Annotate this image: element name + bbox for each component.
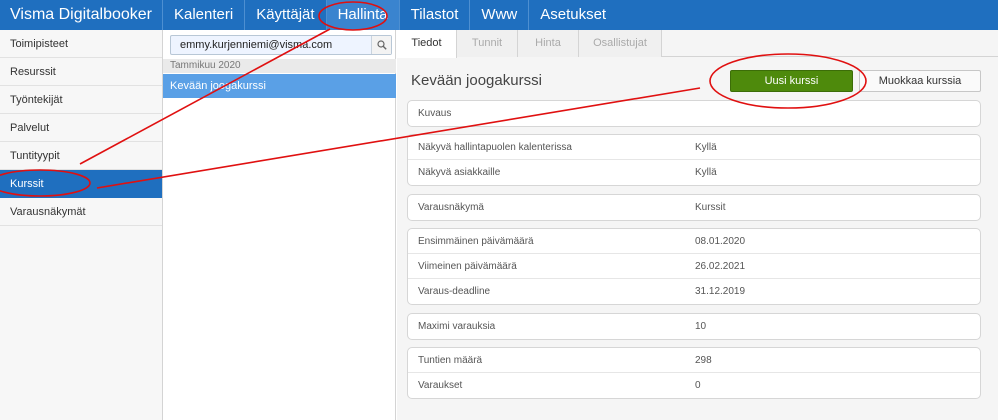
info-row: Varausnäkymä Kurssit bbox=[408, 195, 980, 220]
tab-tunnit[interactable]: Tunnit bbox=[457, 30, 518, 57]
edit-course-button[interactable]: Muokkaa kurssia bbox=[859, 70, 981, 92]
row-label: Maximi varauksia bbox=[418, 321, 496, 332]
row-label: Näkyvä hallintapuolen kalenterissa bbox=[418, 142, 572, 153]
top-nav: Visma Digitalbooker Kalenteri Käyttäjät … bbox=[0, 0, 998, 30]
row-value: 298 bbox=[695, 355, 712, 366]
row-value: 08.01.2020 bbox=[695, 236, 746, 247]
nav-kalenteri[interactable]: Kalenteri bbox=[163, 0, 246, 30]
search-button[interactable] bbox=[371, 36, 391, 54]
info-card-counts: Tuntien määrä 298 Varaukset 0 bbox=[407, 347, 981, 399]
sidebar-item-kurssit[interactable]: Kurssit bbox=[0, 170, 162, 198]
info-card-max: Maximi varauksia 10 bbox=[407, 313, 981, 340]
sidebar-item-toimipisteet[interactable]: Toimipisteet bbox=[0, 30, 162, 58]
sidebar: Toimipisteet Resurssit Työntekijät Palve… bbox=[0, 30, 163, 420]
tab-tiedot[interactable]: Tiedot bbox=[397, 30, 457, 58]
row-label: Varausnäkymä bbox=[418, 202, 484, 213]
list-item-course[interactable]: Kevään joogakurssi bbox=[163, 74, 396, 98]
new-course-button[interactable]: Uusi kurssi bbox=[730, 70, 853, 92]
info-row: Näkyvä hallintapuolen kalenterissa Kyllä bbox=[408, 135, 980, 160]
info-row: Maximi varauksia 10 bbox=[408, 314, 980, 339]
info-card-description: Kuvaus bbox=[407, 100, 981, 127]
info-row: Varaukset 0 bbox=[408, 373, 980, 398]
row-value: Kyllä bbox=[695, 142, 717, 153]
row-label: Viimeinen päivämäärä bbox=[418, 261, 517, 272]
row-value: 0 bbox=[695, 380, 701, 391]
info-row: Näkyvä asiakkaille Kyllä bbox=[408, 160, 980, 185]
info-row: Tuntien määrä 298 bbox=[408, 348, 980, 373]
row-value: Kurssit bbox=[695, 202, 726, 213]
row-value: 10 bbox=[695, 321, 707, 332]
tab-bar: Tiedot Tunnit Hinta Osallistujat bbox=[397, 30, 998, 58]
info-card-view: Varausnäkymä Kurssit bbox=[407, 194, 981, 221]
nav-hallinta[interactable]: Hallinta bbox=[326, 0, 400, 30]
nav-tilastot[interactable]: Tilastot bbox=[400, 0, 471, 30]
row-label: Varaus-deadline bbox=[418, 286, 491, 297]
nav-kayttajat[interactable]: Käyttäjät bbox=[245, 0, 327, 30]
row-label: Kuvaus bbox=[418, 108, 452, 119]
nav-asetukset[interactable]: Asetukset bbox=[529, 0, 617, 30]
sidebar-item-tyontekijat[interactable]: Työntekijät bbox=[0, 86, 162, 114]
info-row: Ensimmäinen päivämäärä 08.01.2020 bbox=[408, 229, 980, 254]
sidebar-item-tuntityypit[interactable]: Tuntityypit bbox=[0, 142, 162, 170]
tab-hinta[interactable]: Hinta bbox=[518, 30, 579, 57]
nav-www[interactable]: Www bbox=[470, 0, 530, 30]
tab-osallistujat[interactable]: Osallistujat bbox=[579, 30, 662, 57]
row-label: Näkyvä asiakkaille bbox=[418, 167, 501, 178]
row-value: Kyllä bbox=[695, 167, 717, 178]
sidebar-item-resurssit[interactable]: Resurssit bbox=[0, 58, 162, 86]
info-row: Varaus-deadline 31.12.2019 bbox=[408, 279, 980, 304]
search-box bbox=[170, 35, 392, 55]
row-label: Tuntien määrä bbox=[418, 355, 483, 366]
row-label: Ensimmäinen päivämäärä bbox=[418, 236, 534, 247]
row-value: 26.02.2021 bbox=[695, 261, 746, 272]
info-row: Viimeinen päivämäärä 26.02.2021 bbox=[408, 254, 980, 279]
row-value: 31.12.2019 bbox=[695, 286, 746, 297]
info-row: Kuvaus bbox=[408, 101, 980, 126]
group-header: Tammikuu 2020 bbox=[163, 59, 396, 73]
page-title: Kevään joogakurssi bbox=[411, 72, 542, 89]
search-icon bbox=[376, 40, 387, 50]
info-card-dates: Ensimmäinen päivämäärä 08.01.2020 Viimei… bbox=[407, 228, 981, 305]
info-card-visibility: Näkyvä hallintapuolen kalenterissa Kyllä… bbox=[407, 134, 981, 186]
search-input[interactable] bbox=[171, 36, 371, 54]
sidebar-item-palvelut[interactable]: Palvelut bbox=[0, 114, 162, 142]
sidebar-item-varausnakymat[interactable]: Varausnäkymät bbox=[0, 198, 162, 226]
row-label: Varaukset bbox=[418, 380, 463, 391]
course-list-panel: Tammikuu 2020 Kevään joogakurssi bbox=[163, 30, 396, 420]
detail-panel: Tiedot Tunnit Hinta Osallistujat Kevään … bbox=[397, 30, 998, 420]
brand-logo[interactable]: Visma Digitalbooker bbox=[0, 0, 163, 30]
